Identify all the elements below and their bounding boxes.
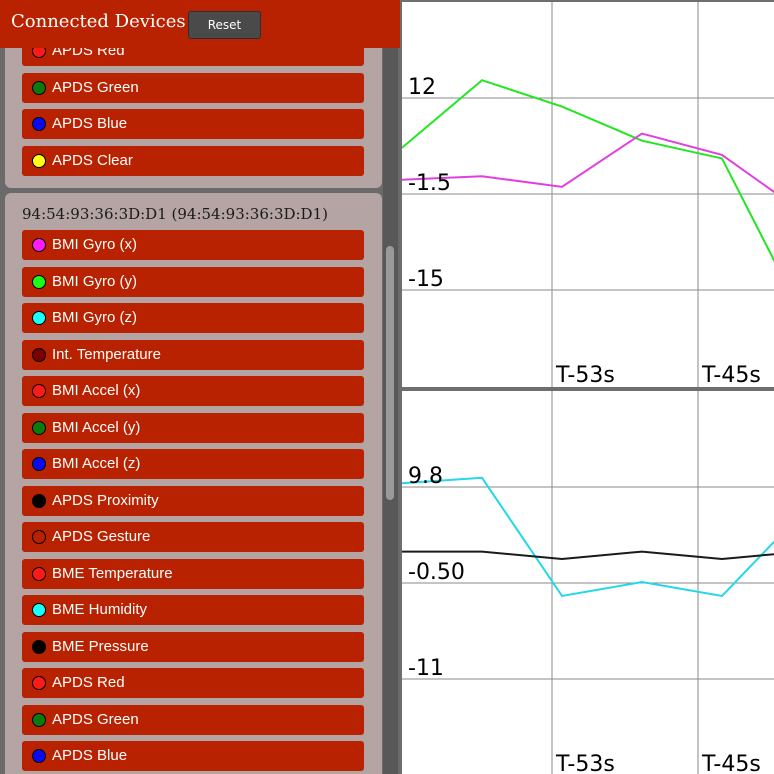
color-dot-icon bbox=[32, 530, 46, 544]
series-line bbox=[402, 550, 774, 561]
color-dot-icon bbox=[32, 457, 46, 471]
sensor-label: APDS Green bbox=[52, 79, 139, 96]
sensor-label: APDS Red bbox=[52, 674, 125, 691]
sensor-toggle[interactable]: APDS Green bbox=[22, 705, 364, 735]
sensor-toggle[interactable]: APDS Blue bbox=[22, 109, 364, 139]
sensor-toggle[interactable]: BME Temperature bbox=[22, 559, 364, 589]
color-dot-icon bbox=[32, 494, 46, 508]
sensor-toggle[interactable]: BME Humidity bbox=[22, 595, 364, 625]
color-dot-icon bbox=[32, 384, 46, 398]
y-tick-label: 9.8 bbox=[408, 464, 443, 489]
reset-button[interactable]: Reset bbox=[188, 11, 261, 39]
sensor-toggle[interactable]: BMI Gyro (x) bbox=[22, 230, 364, 260]
x-tick-label: T-45s bbox=[701, 752, 761, 774]
sensor-toggle[interactable]: APDS Red bbox=[22, 668, 364, 698]
sensor-label: BME Temperature bbox=[52, 565, 173, 582]
sensor-toggle[interactable]: APDS Green bbox=[22, 73, 364, 103]
color-dot-icon bbox=[32, 348, 46, 362]
y-tick-label: 12 bbox=[408, 75, 436, 100]
color-dot-icon bbox=[32, 117, 46, 131]
color-dot-icon bbox=[32, 275, 46, 289]
sensor-toggle[interactable]: BMI Accel (y) bbox=[22, 413, 364, 443]
x-tick-label: T-53s bbox=[555, 752, 615, 774]
line-chart-top: 12 -1.5 -15 T-53s T-45s bbox=[402, 2, 774, 387]
sensor-label: APDS Clear bbox=[52, 152, 133, 169]
chart-panel-top: 12 -1.5 -15 T-53s T-45s bbox=[402, 2, 774, 387]
line-chart-bottom: 9.8 -0.50 -11 T-53s T-45s bbox=[402, 391, 774, 774]
sensor-label: APDS Proximity bbox=[52, 492, 159, 509]
color-dot-icon bbox=[32, 749, 46, 763]
x-tick-label: T-53s bbox=[555, 363, 615, 387]
color-dot-icon bbox=[32, 238, 46, 252]
sensor-label: Int. Temperature bbox=[52, 346, 161, 363]
sensor-toggle[interactable]: BMI Accel (x) bbox=[22, 376, 364, 406]
sensor-toggle[interactable]: BMI Gyro (z) bbox=[22, 303, 364, 333]
y-tick-label: -1.5 bbox=[408, 171, 451, 196]
color-dot-icon bbox=[32, 640, 46, 654]
color-dot-icon bbox=[32, 676, 46, 690]
sensor-label: BMI Gyro (y) bbox=[52, 273, 137, 290]
sensor-toggle[interactable]: BMI Accel (z) bbox=[22, 449, 364, 479]
sensor-toggle[interactable]: APDS Gesture bbox=[22, 522, 364, 552]
sensor-label: BMI Accel (x) bbox=[52, 382, 141, 399]
sidebar-scroll-thumb[interactable] bbox=[386, 246, 394, 500]
sensor-label: BME Humidity bbox=[52, 601, 148, 618]
sensor-toggle[interactable]: BME Pressure bbox=[22, 632, 364, 662]
device-address-title: 94:54:93:36:3D:D1 (94:54:93:36:3D:D1) bbox=[22, 205, 328, 223]
app-header: Connected Devices Reset bbox=[0, 0, 400, 48]
y-tick-label: -11 bbox=[408, 656, 444, 681]
sensor-label: APDS Green bbox=[52, 711, 139, 728]
series-line bbox=[402, 79, 774, 263]
sensor-toggle[interactable]: APDS Blue bbox=[22, 741, 364, 771]
color-dot-icon bbox=[32, 81, 46, 95]
chart-panel-bottom: 9.8 -0.50 -11 T-53s T-45s bbox=[402, 391, 774, 774]
sensor-toggle[interactable]: APDS Proximity bbox=[22, 486, 364, 516]
sensor-label: BMI Gyro (x) bbox=[52, 236, 137, 253]
device-sidebar: APDS Red APDS Green APDS Blue APDS Clear… bbox=[0, 0, 400, 774]
sensor-label: BME Pressure bbox=[52, 638, 149, 655]
y-tick-label: -0.50 bbox=[408, 560, 465, 585]
sensor-label: APDS Gesture bbox=[52, 528, 151, 545]
color-dot-icon bbox=[32, 311, 46, 325]
color-dot-icon bbox=[32, 154, 46, 168]
y-tick-label: -15 bbox=[408, 267, 444, 292]
color-dot-icon bbox=[32, 713, 46, 727]
sensor-toggle[interactable]: APDS Clear bbox=[22, 146, 364, 176]
sensor-label: BMI Gyro (z) bbox=[52, 309, 137, 326]
sensor-toggle[interactable]: Int. Temperature bbox=[22, 340, 364, 370]
color-dot-icon bbox=[32, 421, 46, 435]
page-title: Connected Devices bbox=[11, 11, 186, 32]
sensor-toggle[interactable]: BMI Gyro (y) bbox=[22, 267, 364, 297]
sensor-label: BMI Accel (y) bbox=[52, 419, 141, 436]
series-line bbox=[402, 132, 774, 194]
sensor-label: APDS Blue bbox=[52, 115, 128, 132]
sensor-label: APDS Blue bbox=[52, 747, 128, 764]
device-group: 94:54:93:36:3D:D1 (94:54:93:36:3D:D1) BM… bbox=[5, 193, 382, 774]
sensor-label: BMI Accel (z) bbox=[52, 455, 141, 472]
color-dot-icon bbox=[32, 603, 46, 617]
color-dot-icon bbox=[32, 567, 46, 581]
x-tick-label: T-45s bbox=[701, 363, 761, 387]
